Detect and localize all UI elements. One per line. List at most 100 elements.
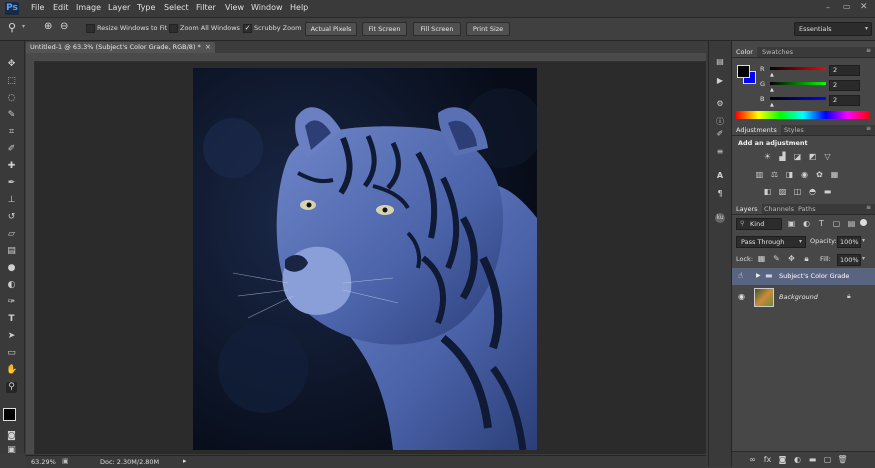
- delete-layer-icon[interactable]: 🗑︎: [837, 455, 848, 464]
- screen-mode-icon[interactable]: ▣: [6, 445, 17, 456]
- gradient-map-icon[interactable]: ▬: [822, 187, 833, 196]
- black-white-icon[interactable]: ◨: [784, 170, 795, 179]
- actual-pixels-button[interactable]: Actual Pixels: [305, 22, 357, 36]
- vibrance-icon[interactable]: ▽: [822, 152, 833, 161]
- tab-adjustments[interactable]: Adjustments: [732, 125, 781, 135]
- selective-color-icon[interactable]: ◓: [807, 187, 818, 196]
- filter-shape-icon[interactable]: ▢: [831, 219, 842, 228]
- zoom-tool-icon[interactable]: ⚲: [6, 382, 17, 393]
- scrubby-zoom-checkbox[interactable]: ✓: [243, 24, 252, 33]
- threshold-icon[interactable]: ◫: [792, 187, 803, 196]
- eye-icon[interactable]: ◉: [738, 292, 745, 301]
- actions-panel-icon[interactable]: ▶: [715, 76, 725, 86]
- menu-type[interactable]: Type: [137, 3, 155, 12]
- panel-menu-icon[interactable]: ≡: [866, 47, 871, 54]
- new-adjustment-icon[interactable]: ◐: [792, 455, 803, 464]
- layer-row-group[interactable]: ☝ ▶ ▬ Subject's Color Grade: [732, 268, 875, 285]
- document-tab[interactable]: Untitled-1 @ 63.3% (Subject's Color Grad…: [26, 42, 215, 53]
- tiger-photo[interactable]: [193, 68, 537, 450]
- tab-paths[interactable]: Paths: [794, 204, 820, 214]
- filter-smart-object-icon[interactable]: ▤: [846, 219, 857, 228]
- filter-toggle[interactable]: [860, 219, 867, 226]
- color-r-field[interactable]: 2: [829, 65, 860, 76]
- zoom-out-icon[interactable]: ⊖: [60, 21, 68, 32]
- hand-tool-icon[interactable]: ✋: [6, 365, 17, 376]
- blur-tool-icon[interactable]: ●: [6, 263, 17, 274]
- gradient-tool-icon[interactable]: ▤: [6, 246, 17, 257]
- invert-icon[interactable]: ◧: [762, 187, 773, 196]
- panel-menu-icon[interactable]: ≡: [866, 125, 871, 132]
- clone-stamp-tool-icon[interactable]: ⊥: [6, 195, 17, 206]
- tab-swatches[interactable]: Swatches: [758, 47, 797, 57]
- brush-panel-icon[interactable]: ✐: [715, 129, 725, 139]
- group-expand-icon[interactable]: ▶: [756, 272, 761, 279]
- tab-channels[interactable]: Channels: [760, 204, 798, 214]
- lock-position-icon[interactable]: ✥: [786, 254, 797, 263]
- levels-icon[interactable]: ▟: [777, 152, 788, 161]
- menu-edit[interactable]: Edit: [53, 3, 69, 12]
- path-selection-tool-icon[interactable]: ➤: [6, 331, 17, 342]
- fill-field[interactable]: 100%: [837, 254, 861, 266]
- status-menu-arrow-icon[interactable]: ▸: [183, 457, 187, 465]
- pen-tool-icon[interactable]: ✑: [6, 297, 17, 308]
- tab-styles[interactable]: Styles: [780, 125, 808, 135]
- zoom-tool-icon[interactable]: ⚲: [8, 21, 16, 34]
- tab-layers[interactable]: Layers: [732, 204, 762, 214]
- layer-row-background[interactable]: ◉ Background 🔒︎: [732, 286, 875, 308]
- marquee-tool-icon[interactable]: ⬚: [6, 76, 17, 87]
- curves-icon[interactable]: ◪: [792, 152, 803, 161]
- add-mask-icon[interactable]: ◙: [777, 455, 788, 464]
- color-foreground-swatch[interactable]: [737, 65, 750, 78]
- opacity-field[interactable]: 100%: [837, 236, 861, 248]
- lock-transparent-icon[interactable]: ▦: [756, 254, 767, 263]
- shape-tool-icon[interactable]: ▭: [6, 348, 17, 359]
- brush-tool-icon[interactable]: ✒: [6, 178, 17, 189]
- slider-thumb-icon[interactable]: ▲: [770, 72, 774, 78]
- type-tool-icon[interactable]: T: [6, 314, 17, 325]
- healing-brush-tool-icon[interactable]: ✚: [6, 161, 17, 172]
- print-size-button[interactable]: Print Size: [466, 22, 510, 36]
- menu-view[interactable]: View: [225, 3, 244, 12]
- brush-presets-icon[interactable]: ≡: [715, 147, 725, 157]
- dodge-tool-icon[interactable]: ◐: [6, 280, 17, 291]
- eyedropper-tool-icon[interactable]: ✐: [6, 144, 17, 155]
- layer-visibility-icon[interactable]: ☝: [738, 271, 743, 280]
- blend-mode-select[interactable]: Pass Through ▾: [736, 236, 806, 248]
- channel-mixer-icon[interactable]: ✿: [814, 170, 825, 179]
- status-export-icon[interactable]: ▣: [62, 457, 69, 465]
- resize-windows-checkbox[interactable]: [86, 24, 95, 33]
- tab-color[interactable]: Color: [732, 47, 757, 57]
- layer-filter-select[interactable]: ⚲ Kind: [736, 218, 782, 230]
- new-group-icon[interactable]: ▬: [807, 455, 818, 464]
- slider-thumb-icon[interactable]: ▲: [770, 87, 774, 93]
- layer-style-icon[interactable]: fx: [762, 455, 773, 464]
- kuler-panel-icon[interactable]: ku: [715, 213, 725, 223]
- menu-select[interactable]: Select: [164, 3, 189, 12]
- color-b-field[interactable]: 2: [829, 95, 860, 106]
- paragraph-panel-icon[interactable]: ¶: [715, 189, 725, 199]
- lock-all-icon[interactable]: 🔒︎: [801, 254, 812, 263]
- minimize-icon[interactable]: –: [826, 3, 830, 12]
- workspace-select[interactable]: Essentials ▾: [794, 22, 872, 36]
- chevron-down-icon[interactable]: ▾: [22, 23, 25, 30]
- info-panel-icon[interactable]: ⓘ: [715, 117, 725, 127]
- link-layers-icon[interactable]: ∞: [747, 455, 758, 464]
- color-lookup-icon[interactable]: ▦: [829, 170, 840, 179]
- properties-panel-icon[interactable]: ⚙: [715, 99, 725, 109]
- menu-help[interactable]: Help: [290, 3, 308, 12]
- close-window-icon[interactable]: ✕: [860, 2, 868, 12]
- layer-name[interactable]: Subject's Color Grade: [779, 272, 849, 280]
- history-brush-tool-icon[interactable]: ↺: [6, 212, 17, 223]
- menu-file[interactable]: File: [31, 3, 44, 12]
- exposure-icon[interactable]: ◩: [807, 152, 818, 161]
- panel-menu-icon[interactable]: ≡: [866, 204, 871, 211]
- new-layer-icon[interactable]: ▢: [822, 455, 833, 464]
- crop-tool-icon[interactable]: ⌗: [6, 127, 17, 138]
- filter-type-icon[interactable]: T: [816, 219, 827, 228]
- eraser-tool-icon[interactable]: ▱: [6, 229, 17, 240]
- hue-saturation-icon[interactable]: ▥: [754, 170, 765, 179]
- fit-screen-button[interactable]: Fit Screen: [362, 22, 407, 36]
- color-b-slider[interactable]: [770, 97, 826, 100]
- color-g-slider[interactable]: [770, 82, 826, 85]
- photo-filter-icon[interactable]: ◉: [799, 170, 810, 179]
